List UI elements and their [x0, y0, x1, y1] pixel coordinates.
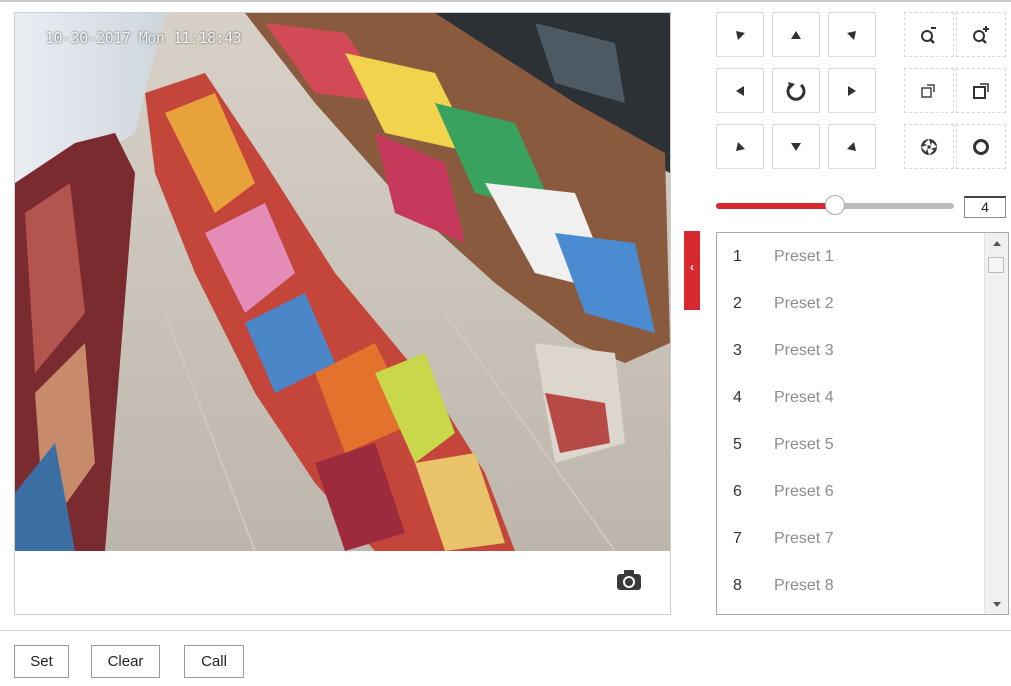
- clear-preset-button[interactable]: Clear: [91, 645, 160, 678]
- focus-near-icon: [921, 83, 935, 98]
- preset-number: 5: [733, 436, 742, 453]
- preset-name: Preset 2: [774, 295, 834, 312]
- preset-number: 6: [733, 483, 742, 500]
- preset-item-6[interactable]: 6 Preset 6: [717, 468, 985, 515]
- iris-close-icon: [921, 138, 937, 155]
- pan-right-button[interactable]: [828, 68, 876, 113]
- pan-up-left-button[interactable]: [716, 12, 764, 57]
- scroll-up-button[interactable]: [985, 233, 1008, 253]
- live-view-panel: 10-30-2017 Mon 11:18:43: [14, 12, 671, 615]
- focus-near-button[interactable]: [904, 68, 954, 113]
- focus-far-button[interactable]: [956, 68, 1006, 113]
- preset-number: 2: [733, 295, 742, 312]
- store-camera-image: [15, 13, 670, 551]
- chevron-up-icon: [993, 241, 1001, 246]
- preset-name: Preset 8: [774, 577, 834, 594]
- auto-scan-button[interactable]: [772, 68, 820, 113]
- tilt-up-button[interactable]: [772, 12, 820, 57]
- preset-item-2[interactable]: 2 Preset 2: [717, 280, 985, 327]
- preset-name: Preset 7: [774, 530, 834, 547]
- preset-number: 4: [733, 389, 742, 406]
- preset-name: Preset 6: [774, 483, 834, 500]
- arrow-left-icon: [736, 85, 744, 96]
- preset-number: 1: [733, 248, 742, 265]
- iris-close-button[interactable]: [904, 124, 954, 169]
- preset-item-3[interactable]: 3 Preset 3: [717, 327, 985, 374]
- preset-item-7[interactable]: 7 Preset 7: [717, 515, 985, 562]
- preset-name: Preset 4: [774, 389, 834, 406]
- preset-item-4[interactable]: 4 Preset 4: [717, 374, 985, 421]
- focus-far-icon: [973, 82, 989, 99]
- iris-open-icon: [973, 138, 989, 155]
- preset-item-1[interactable]: 1 Preset 1: [717, 233, 985, 280]
- pan-left-button[interactable]: [716, 68, 764, 113]
- zoom-in-icon: [973, 25, 989, 44]
- video-feed[interactable]: 10-30-2017 Mon 11:18:43: [15, 13, 670, 551]
- preset-number: 3: [733, 342, 742, 359]
- preset-item-8[interactable]: 8 Preset 8: [717, 562, 985, 609]
- preset-name: Preset 5: [774, 436, 834, 453]
- bottom-divider: [0, 630, 1011, 631]
- collapse-panel-tab[interactable]: ‹: [684, 231, 700, 310]
- set-preset-button[interactable]: Set: [14, 645, 69, 678]
- arrow-down-left-icon: [736, 141, 745, 151]
- scroll-thumb[interactable]: [988, 257, 1004, 273]
- preset-list: 1 Preset 1 2 Preset 2 3 Preset 3 4 Prese…: [716, 232, 1009, 615]
- arrow-up-icon: [791, 30, 801, 39]
- speed-slider-handle[interactable]: [825, 195, 845, 215]
- preset-item-5[interactable]: 5 Preset 5: [717, 421, 985, 468]
- arrow-down-icon: [791, 142, 801, 151]
- preset-name: Preset 3: [774, 342, 834, 359]
- arrow-up-right-icon: [847, 30, 856, 40]
- arrow-right-icon: [848, 85, 856, 96]
- arrow-down-right-icon: [847, 141, 856, 151]
- pan-down-left-button[interactable]: [716, 124, 764, 169]
- iris-open-button[interactable]: [956, 124, 1006, 169]
- preset-name: Preset 1: [774, 248, 834, 265]
- pan-up-right-button[interactable]: [828, 12, 876, 57]
- preset-number: 8: [733, 577, 742, 594]
- call-preset-button[interactable]: Call: [184, 645, 244, 678]
- camera-icon[interactable]: [616, 569, 642, 591]
- top-divider: [0, 0, 1011, 2]
- preset-scrollbar[interactable]: [984, 233, 1008, 614]
- speed-value[interactable]: 4: [964, 196, 1006, 218]
- zoom-in-button[interactable]: [956, 12, 1006, 57]
- video-timestamp: 10-30-2017 Mon 11:18:43: [45, 29, 242, 47]
- auto-scan-icon: [786, 81, 806, 101]
- scroll-down-button[interactable]: [985, 594, 1008, 614]
- speed-slider-fill: [716, 203, 835, 209]
- preset-number: 7: [733, 530, 742, 547]
- pan-down-right-button[interactable]: [828, 124, 876, 169]
- arrow-up-left-icon: [736, 30, 745, 40]
- zoom-out-icon: [921, 26, 936, 44]
- chevron-down-icon: [993, 602, 1001, 607]
- zoom-out-button[interactable]: [904, 12, 954, 57]
- chevron-left-icon: ‹: [690, 260, 694, 274]
- tilt-down-button[interactable]: [772, 124, 820, 169]
